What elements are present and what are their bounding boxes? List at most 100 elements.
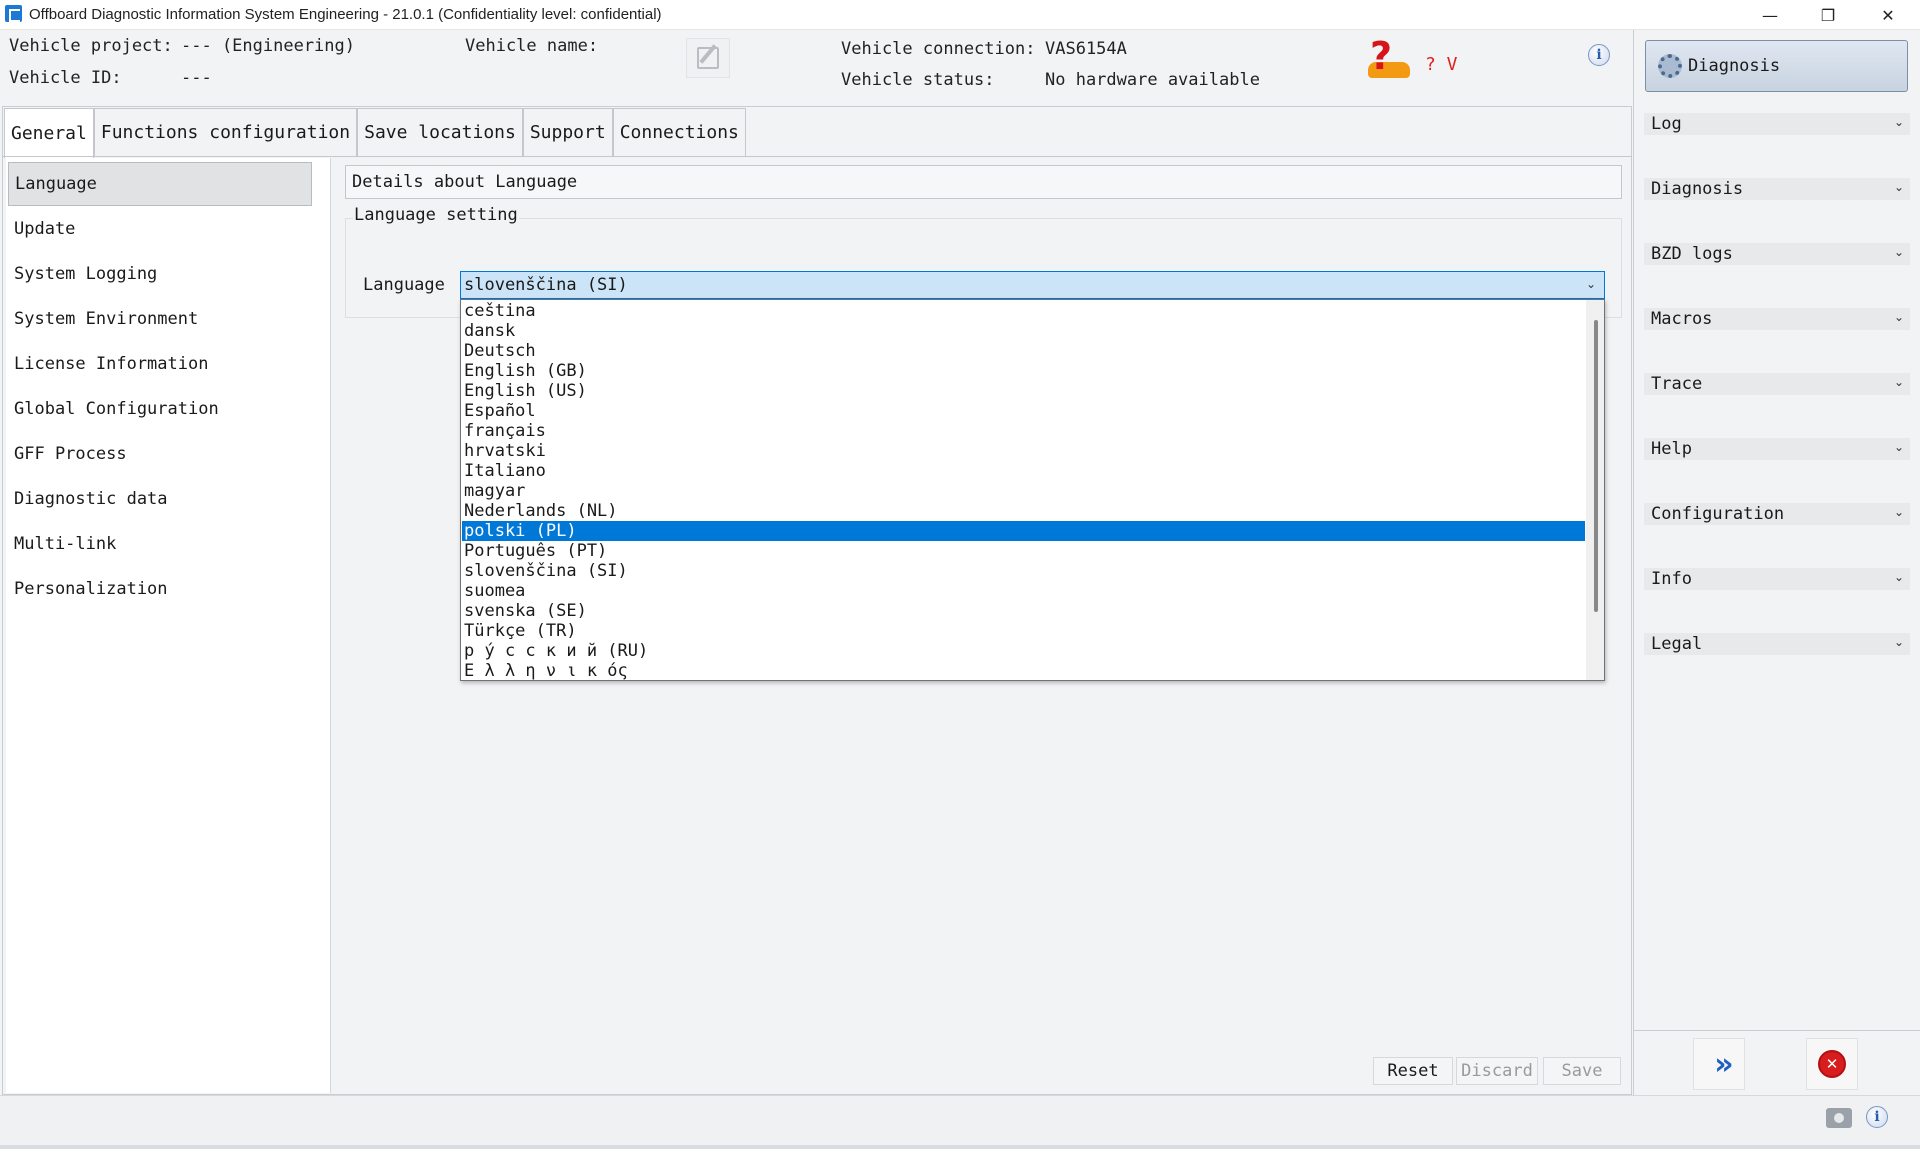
exit-button[interactable]: ✕	[1806, 1038, 1858, 1090]
tab-connections[interactable]: Connections	[612, 108, 746, 156]
language-select[interactable]: slovenščina (SI) ⌄	[460, 271, 1605, 299]
language-select-value: slovenščina (SI)	[464, 275, 628, 295]
vehicle-name-label: Vehicle name:	[465, 36, 599, 56]
nav-item-system-logging[interactable]: System Logging	[8, 252, 312, 296]
dropdown-option[interactable]: Italiano	[462, 461, 1585, 481]
window-title: Offboard Diagnostic Information System E…	[29, 6, 662, 23]
app-icon	[5, 5, 22, 22]
voltage-status: ? V	[1425, 54, 1458, 75]
gear-icon	[1658, 54, 1682, 78]
section-trace[interactable]: Trace ⌄	[1644, 373, 1910, 395]
tab-general[interactable]: General	[4, 108, 94, 158]
camera-icon[interactable]	[1826, 1108, 1852, 1128]
dropdown-option[interactable]: р у́ с с к и й (RU)	[462, 641, 1585, 661]
chevron-down-icon[interactable]: ⌄	[1586, 277, 1596, 291]
section-log[interactable]: Log ⌄	[1644, 113, 1910, 135]
chevron-down-icon: ⌄	[1893, 570, 1904, 584]
section-label: Log	[1651, 114, 1682, 134]
minimize-button[interactable]: —	[1742, 0, 1798, 30]
dropdown-option[interactable]: Deutsch	[462, 341, 1585, 361]
dropdown-option[interactable]: français	[462, 421, 1585, 441]
language-dropdown-list[interactable]: ceština dansk Deutsch English (GB) Engli…	[460, 299, 1605, 681]
details-header: Details about Language	[345, 165, 1622, 199]
chevron-down-icon: ⌄	[1893, 505, 1904, 519]
vehicle-connection-label: Vehicle connection:	[841, 39, 1036, 59]
settings-nav: Language Update System Logging System En…	[6, 158, 331, 1093]
dropdown-option[interactable]: svenska (SE)	[462, 601, 1585, 621]
nav-item-system-environment[interactable]: System Environment	[8, 297, 312, 341]
vehicle-status-label: Vehicle status:	[841, 70, 995, 90]
info-icon[interactable]: i	[1866, 1106, 1888, 1128]
section-configuration[interactable]: Configuration ⌄	[1644, 503, 1910, 525]
section-help[interactable]: Help ⌄	[1644, 438, 1910, 460]
diagnosis-button-label: Diagnosis	[1688, 56, 1781, 76]
dropdown-option[interactable]: English (GB)	[462, 361, 1585, 381]
language-label: Language	[363, 275, 445, 295]
dropdown-option[interactable]: dansk	[462, 321, 1585, 341]
nav-item-multi-link[interactable]: Multi-link	[8, 522, 312, 566]
section-bzd-logs[interactable]: BZD logs ⌄	[1644, 243, 1910, 265]
dropdown-option[interactable]: English (US)	[462, 381, 1585, 401]
section-macros[interactable]: Macros ⌄	[1644, 308, 1910, 330]
chevron-down-icon: ⌄	[1893, 180, 1904, 194]
discard-button[interactable]: Discard	[1456, 1057, 1538, 1085]
group-title: Language setting	[353, 205, 519, 225]
nav-item-language[interactable]: Language	[8, 162, 312, 206]
save-button[interactable]: Save	[1543, 1057, 1621, 1085]
dropdown-option[interactable]: Nederlands (NL)	[462, 501, 1585, 521]
chevron-down-icon: ⌄	[1893, 115, 1904, 129]
close-icon: ✕	[1818, 1050, 1846, 1078]
tab-bar: General Functions configuration Save loc…	[4, 108, 746, 158]
nav-item-global-configuration[interactable]: Global Configuration	[8, 387, 312, 431]
tab-support[interactable]: Support	[522, 108, 613, 156]
section-label: Diagnosis	[1651, 179, 1744, 199]
section-info[interactable]: Info ⌄	[1644, 568, 1910, 590]
dropdown-option[interactable]: slovenščina (SI)	[462, 561, 1585, 581]
vehicle-project-value: --- (Engineering)	[181, 36, 355, 56]
dropdown-option[interactable]: hrvatski	[462, 441, 1585, 461]
dropdown-scrollbar[interactable]	[1586, 300, 1604, 680]
section-diagnosis[interactable]: Diagnosis ⌄	[1644, 178, 1910, 200]
nav-item-update[interactable]: Update	[8, 207, 312, 251]
chevron-down-icon: ⌄	[1893, 440, 1904, 454]
chevron-down-icon: ⌄	[1893, 635, 1904, 649]
section-label: Macros	[1651, 309, 1713, 329]
reset-button[interactable]: Reset	[1373, 1057, 1453, 1085]
forward-button[interactable]: »	[1693, 1038, 1745, 1090]
chevron-down-icon: ⌄	[1893, 375, 1904, 389]
info-icon[interactable]: i	[1588, 44, 1610, 66]
nav-item-personalization[interactable]: Personalization	[8, 567, 312, 611]
dropdown-option[interactable]: Türkçe (TR)	[462, 621, 1585, 641]
chevron-down-icon: ⌄	[1893, 310, 1904, 324]
dropdown-option[interactable]: Ε λ λ η ν ι κ ός	[462, 661, 1585, 680]
tab-functions-configuration[interactable]: Functions configuration	[93, 108, 358, 156]
vehicle-project-label: Vehicle project:	[9, 36, 173, 56]
double-chevron-right-icon: »	[1714, 1046, 1734, 1082]
dropdown-option-highlighted[interactable]: polski (PL)	[462, 521, 1585, 541]
vehicle-id-label: Vehicle ID:	[9, 68, 122, 88]
tab-divider	[2, 156, 1632, 157]
section-legal[interactable]: Legal ⌄	[1644, 633, 1910, 655]
dropdown-option[interactable]: ceština	[462, 301, 1585, 321]
restore-button[interactable]: ❐	[1800, 0, 1856, 30]
section-label: Help	[1651, 439, 1692, 459]
right-panel-divider	[1634, 1030, 1920, 1031]
vehicle-id-value: ---	[181, 68, 212, 88]
nav-item-license-information[interactable]: License Information	[8, 342, 312, 386]
taskbar-edge	[0, 1145, 1920, 1149]
dropdown-option[interactable]: magyar	[462, 481, 1585, 501]
close-window-button[interactable]: ✕	[1860, 0, 1916, 30]
dropdown-option[interactable]: suomea	[462, 581, 1585, 601]
section-label: BZD logs	[1651, 244, 1733, 264]
section-label: Info	[1651, 569, 1692, 589]
scrollbar-thumb[interactable]	[1594, 320, 1598, 612]
diagnosis-mode-button[interactable]: Diagnosis	[1645, 40, 1908, 92]
nav-item-diagnostic-data[interactable]: Diagnostic data	[8, 477, 312, 521]
chevron-down-icon: ⌄	[1893, 245, 1904, 259]
dropdown-option[interactable]: Português (PT)	[462, 541, 1585, 561]
nav-item-gff-process[interactable]: GFF Process	[8, 432, 312, 476]
tab-save-locations[interactable]: Save locations	[357, 108, 523, 156]
title-bar: Offboard Diagnostic Information System E…	[0, 0, 1920, 30]
dropdown-option[interactable]: Español	[462, 401, 1585, 421]
edit-vehicle-name-icon[interactable]	[686, 38, 730, 78]
